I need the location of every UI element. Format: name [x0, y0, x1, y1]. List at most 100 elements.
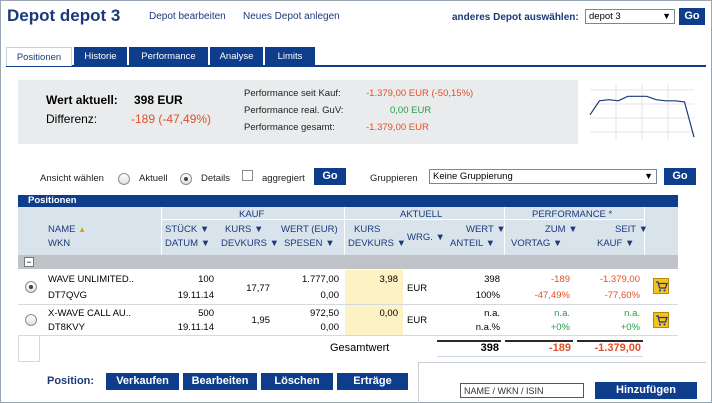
col-spesen[interactable]: SPESEN ▼ [284, 237, 335, 250]
view-go-button[interactable]: Go [314, 168, 346, 185]
gruppieren-label: Gruppieren [370, 173, 418, 184]
performance-sparkline [586, 80, 698, 144]
ansicht-label: Ansicht wählen [40, 173, 104, 184]
verkaufen-button[interactable]: Verkaufen [106, 373, 179, 390]
row-wkn: DT7QVG [48, 290, 88, 301]
tab-historie[interactable]: Historie [74, 47, 127, 66]
row-vortag-pct: +0% [550, 322, 570, 333]
col-wrg[interactable]: WRG. ▼ [407, 231, 445, 244]
sort-icon: ▼ [485, 238, 495, 249]
row-wert: 1.777,00 [302, 274, 339, 285]
sort-icon: ▼ [200, 238, 211, 249]
chevron-down-icon: ▼ [662, 11, 671, 21]
col-kurs[interactable]: KURS ▼ [225, 223, 263, 236]
col-adevkurs[interactable]: DEVKURS ▼ [348, 237, 406, 250]
tab-analyse[interactable]: Analyse [210, 47, 263, 66]
col-divider [344, 207, 345, 255]
differenz-label: Differenz: [46, 112, 98, 126]
loeschen-button[interactable]: Löschen [261, 373, 333, 390]
cart-icon[interactable] [653, 312, 669, 328]
cart-icon[interactable] [653, 278, 669, 294]
row-kauf-pct: +0% [620, 322, 640, 333]
row-wrg: EUR [407, 315, 428, 326]
radio-aktuell[interactable] [118, 173, 130, 185]
col-seit[interactable]: SEIT ▼ [615, 223, 648, 236]
col-name[interactable]: NAME ▲ [48, 223, 86, 236]
row-kauf-abs: n.a. [624, 308, 640, 319]
aggregiert-checkbox[interactable] [242, 170, 253, 181]
edit-depot-link[interactable]: Depot bearbeiten [149, 11, 226, 22]
perf-guv-value: 0,00 EUR [390, 105, 432, 116]
row-datum: 19.11.14 [177, 290, 214, 301]
sum-underline [437, 356, 643, 357]
col-kauf-perf[interactable]: KAUF ▼ [597, 237, 634, 250]
new-depot-link[interactable]: Neues Depot anlegen [243, 11, 340, 22]
sort-icon: ▼ [568, 224, 578, 235]
row-anteil: 100% [475, 290, 500, 301]
other-depot-label: anderes Depot auswählen: [452, 12, 579, 23]
row-wrg: EUR [407, 283, 428, 294]
row-name[interactable]: WAVE UNLIMITED.. [48, 273, 134, 286]
group-bar [18, 255, 678, 269]
sort-icon: ▼ [199, 224, 210, 235]
col-anteil[interactable]: ANTEIL ▼ [450, 237, 495, 250]
col-akurs[interactable]: KURS [354, 223, 380, 236]
sort-icon: ▼ [496, 224, 506, 235]
row-vortag-pct: -47,49% [534, 290, 570, 301]
row-select-radio[interactable] [25, 314, 37, 326]
col-devkurs[interactable]: DEVKURS ▼ [221, 237, 279, 250]
sort-icon: ▼ [325, 238, 335, 249]
sort-asc-icon: ▲ [78, 225, 87, 234]
sort-icon: ▼ [254, 224, 264, 235]
perf-kauf-label: Performance seit Kauf: [244, 88, 341, 99]
col-vortag[interactable]: VORTAG ▼ [511, 237, 562, 250]
gruppieren-select[interactable]: Keine Gruppierung ▼ [429, 169, 657, 184]
row-wkn: DT8KVY [48, 322, 85, 333]
gesamt-vortag: -189 [548, 342, 571, 354]
col-datum[interactable]: DATUM ▼ [165, 237, 210, 250]
tab-positionen[interactable]: Positionen [6, 47, 72, 66]
row-spesen: 0,00 [320, 290, 340, 301]
collapse-icon[interactable]: − [24, 257, 34, 267]
position-label: Position: [47, 375, 95, 387]
row-kauf-pct: -77,60% [604, 290, 640, 301]
ertraege-button[interactable]: Erträge [337, 373, 408, 390]
col-zum[interactable]: ZUM ▼ [545, 223, 578, 236]
group-kauf: KAUF [239, 209, 265, 220]
col-wert[interactable]: WERT ▼ [466, 223, 506, 236]
col-wkn[interactable]: WKN [48, 237, 70, 250]
sort-icon: ▼ [435, 232, 445, 243]
tab-performance[interactable]: Performance [129, 47, 208, 66]
gesamtwert-label: Gesamtwert [330, 342, 390, 354]
perf-guv-label: Performance real. GuV: [244, 105, 344, 116]
row-select-radio[interactable] [25, 281, 37, 293]
positions-table-title: Positionen [18, 195, 678, 207]
depot-go-button[interactable]: Go [679, 8, 705, 25]
bearbeiten-button[interactable]: Bearbeiten [183, 373, 257, 390]
row-kauf-abs: -1.379,00 [599, 274, 640, 285]
sort-icon: ▼ [269, 238, 279, 249]
row-stueck: 500 [198, 308, 214, 319]
tab-limits[interactable]: Limits [265, 47, 315, 66]
sort-icon: ▼ [624, 238, 635, 249]
row-stueck: 100 [198, 274, 214, 285]
perf-gesamt-value: -1.379,00 EUR [366, 122, 429, 133]
group-go-button[interactable]: Go [664, 168, 696, 185]
search-input[interactable] [460, 383, 584, 398]
hinzufuegen-button[interactable]: Hinzufügen [595, 382, 697, 399]
row-kurs: 1,95 [251, 315, 271, 326]
row-awert: n.a. [484, 308, 500, 319]
sort-icon: ▼ [638, 224, 648, 235]
total-spacer [18, 336, 40, 362]
group-aktuell: AKTUELL [400, 209, 443, 220]
col-stueck[interactable]: STÜCK ▼ [165, 223, 209, 236]
row-anteil: n.a.% [475, 322, 500, 333]
row-divider [18, 335, 678, 336]
depot-select[interactable]: depot 3 ▼ [585, 9, 675, 24]
col-wert-eur[interactable]: WERT (EUR) [281, 223, 338, 236]
details-label: Details [201, 173, 231, 184]
row-name[interactable]: X-WAVE CALL AU.. [48, 307, 131, 320]
row-awert: 398 [484, 274, 500, 285]
radio-details[interactable] [180, 173, 192, 185]
col-divider [161, 207, 162, 255]
